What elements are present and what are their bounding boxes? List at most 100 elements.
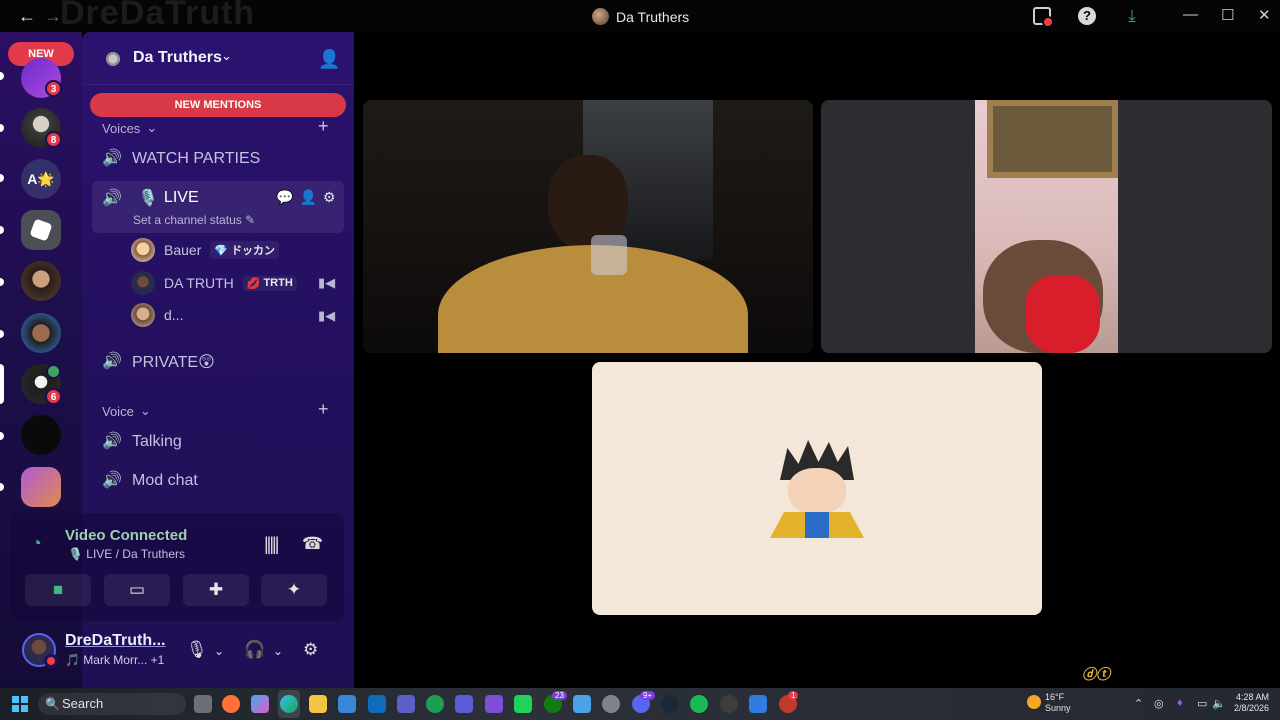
- channel-label: Talking: [132, 433, 182, 450]
- avatar-illustration: [770, 440, 864, 538]
- member-name: d...: [164, 307, 184, 323]
- microphone-icon[interactable]: 🎙: [186, 640, 208, 660]
- activity-icon: [46, 364, 61, 379]
- channel-live[interactable]: 🎙️ LIVE: [138, 188, 199, 208]
- channel-status-label: Set a channel status: [133, 213, 242, 227]
- user-settings-gear-icon[interactable]: ⚙: [303, 640, 318, 660]
- obs-icon[interactable]: [720, 695, 738, 713]
- guild-settings-icon: [104, 50, 122, 68]
- new-mentions-pill[interactable]: NEW MENTIONS: [90, 93, 346, 117]
- overlay-watermark-text: DreDaTruth: [60, 0, 256, 32]
- category-voices[interactable]: Voices ⌄: [102, 120, 157, 136]
- steam-icon[interactable]: [661, 695, 679, 713]
- chevron-down-icon: ⌄: [146, 120, 158, 135]
- teams-icon[interactable]: [397, 695, 415, 713]
- video-tile-2[interactable]: [821, 100, 1272, 353]
- clock[interactable]: 4:28 AM 2/8/2026: [1233, 692, 1269, 714]
- signal-icon[interactable]: ◔: [31, 533, 42, 554]
- noise-suppression-icon[interactable]: |||||: [264, 534, 279, 555]
- weather-widget[interactable]: 16°F Sunny: [1045, 692, 1071, 714]
- app-icon-blue[interactable]: [749, 695, 767, 713]
- chat-bubble-icon[interactable]: 💬: [276, 189, 293, 206]
- server-icon-8[interactable]: [21, 467, 61, 507]
- back-arrow-icon[interactable]: ←: [18, 6, 36, 27]
- create-channel-button[interactable]: +: [318, 399, 329, 420]
- voice-member[interactable]: d...: [131, 302, 183, 328]
- screen-share-button[interactable]: ▭: [104, 574, 170, 606]
- app-icon-green-2[interactable]: [514, 695, 532, 713]
- windows-start-icon[interactable]: [12, 696, 28, 712]
- server-icon-phantoms[interactable]: [21, 415, 61, 455]
- activities-button[interactable]: ✚: [183, 574, 249, 606]
- username[interactable]: DreDaTruth...: [65, 632, 165, 650]
- search-icon: 🔍: [45, 697, 60, 711]
- member-tag: 💎 ドッカン: [210, 241, 280, 259]
- minimize-button[interactable]: —: [1183, 6, 1198, 23]
- voice-status-title[interactable]: Video Connected: [65, 527, 187, 544]
- help-icon[interactable]: ?: [1078, 7, 1096, 25]
- display-icon[interactable]: ▭: [1197, 697, 1207, 710]
- server-icon-6[interactable]: [21, 313, 61, 353]
- file-explorer-icon[interactable]: [309, 695, 327, 713]
- disconnect-icon[interactable]: ☎: [302, 534, 323, 554]
- channel-private[interactable]: 🔊 PRIVATE😲: [102, 347, 215, 377]
- create-channel-button[interactable]: +: [318, 116, 329, 137]
- chevron-down-icon[interactable]: ⌄: [273, 644, 283, 658]
- app-tray-icon[interactable]: ♦: [1177, 697, 1183, 709]
- user-panel: [10, 626, 344, 674]
- app-icon-purple[interactable]: [455, 695, 473, 713]
- tray-overflow-icon[interactable]: ⌃: [1134, 697, 1143, 710]
- maximize-button[interactable]: ☐: [1221, 6, 1234, 24]
- volume-icon[interactable]: 🔈: [1212, 697, 1226, 710]
- voice-member[interactable]: DA TRUTH 💋 TRTH: [131, 270, 297, 296]
- channel-tools: 💬 👤 ⚙: [276, 189, 335, 206]
- lips-icon: 💋: [246, 277, 261, 290]
- inbox-icon[interactable]: [1033, 7, 1054, 28]
- taskbar-search[interactable]: 🔍 Search: [38, 693, 186, 715]
- voice-member[interactable]: Bauer 💎 ドッカン: [131, 237, 280, 263]
- channel-talking[interactable]: 🔊 Talking: [102, 427, 182, 457]
- photos-icon[interactable]: [573, 695, 591, 713]
- store-icon[interactable]: [338, 695, 356, 713]
- outlook-icon[interactable]: [368, 695, 386, 713]
- title-bar: ← → DreDaTruth Da Truthers ? ⤓ — ☐ ✕: [0, 0, 1280, 32]
- taskbar-badge: 9+: [640, 691, 656, 700]
- pencil-icon: ✎: [245, 213, 256, 227]
- channel-label: PRIVATE😲: [132, 354, 215, 371]
- chevron-down-icon[interactable]: ⌄: [214, 644, 224, 658]
- server-icon-4[interactable]: [21, 210, 61, 250]
- headphones-icon[interactable]: 🎧: [244, 640, 265, 660]
- copilot-icon[interactable]: [251, 695, 269, 713]
- set-channel-status[interactable]: Set a channel status ✎: [133, 213, 255, 227]
- voice-status-channel[interactable]: 🎙️ LIVE / Da Truthers: [68, 547, 185, 561]
- notepad-icon[interactable]: [485, 695, 503, 713]
- server-icon-5[interactable]: [21, 261, 61, 301]
- download-icon[interactable]: ⤓: [1123, 7, 1141, 25]
- edge-icon[interactable]: [280, 695, 298, 713]
- invite-user-icon[interactable]: 👤: [299, 189, 316, 206]
- microphone-icon: 🎙️: [138, 190, 158, 207]
- soundboard-button[interactable]: ✦: [261, 574, 327, 606]
- app-icon-green[interactable]: [426, 695, 444, 713]
- video-tile-avatar[interactable]: [592, 362, 1042, 615]
- guild-header[interactable]: Da Truthers ⌄ 👤: [82, 42, 354, 76]
- chevron-down-icon: ⌄: [221, 48, 232, 63]
- invite-people-icon[interactable]: 👤: [318, 49, 340, 70]
- video-tile-1[interactable]: [363, 100, 813, 353]
- close-button[interactable]: ✕: [1258, 6, 1271, 24]
- camera-toggle-button[interactable]: ■: [25, 574, 91, 606]
- spotify-icon[interactable]: [690, 695, 708, 713]
- category-voice[interactable]: Voice ⌄: [102, 403, 151, 419]
- channel-watch-parties[interactable]: 🔊 WATCH PARTIES: [102, 144, 260, 174]
- firefox-icon[interactable]: [222, 695, 240, 713]
- task-view-icon[interactable]: [194, 695, 212, 713]
- network-icon[interactable]: ◎: [1154, 697, 1164, 710]
- speaker-icon: 🔊: [102, 433, 122, 450]
- server-icon-3[interactable]: A🌟: [21, 159, 61, 199]
- settings-icon[interactable]: [602, 695, 620, 713]
- divider: [82, 84, 354, 85]
- cup: [591, 235, 627, 275]
- gear-icon[interactable]: ⚙: [323, 189, 336, 206]
- channel-mod-chat[interactable]: 🔊 Mod chat: [102, 466, 198, 496]
- window-title-label: Da Truthers: [616, 8, 690, 25]
